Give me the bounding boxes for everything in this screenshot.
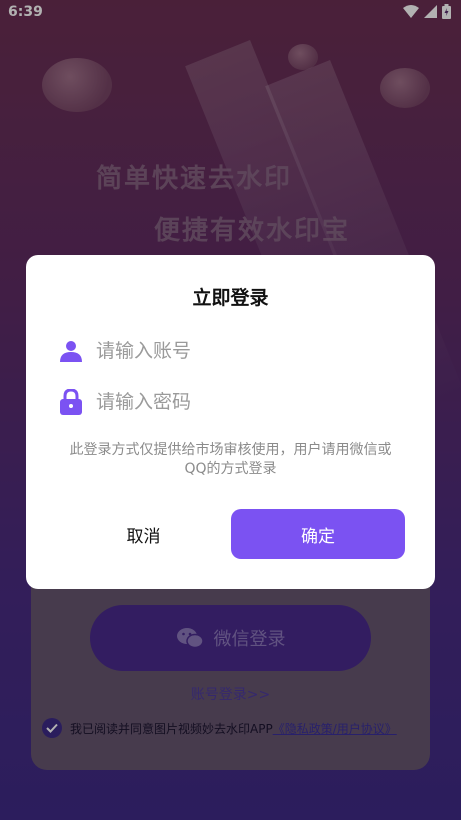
review-note: 此登录方式仅提供给市场审核使用，用户请用微信或QQ的方式登录 xyxy=(69,442,392,477)
account-field xyxy=(60,339,358,363)
lock-icon xyxy=(60,389,82,415)
user-icon xyxy=(60,341,82,362)
dialog-title: 立即登录 xyxy=(192,287,269,309)
account-input[interactable] xyxy=(94,339,358,363)
password-field xyxy=(60,389,358,415)
cancel-button[interactable]: 取消 xyxy=(86,509,201,559)
confirm-button[interactable]: 确定 xyxy=(231,509,405,559)
login-dialog: 立即登录 此登录方式仅提供给市场审核使用，用户请用微信或QQ的方式登录 取消 确… xyxy=(26,255,435,589)
password-input[interactable] xyxy=(94,390,358,414)
